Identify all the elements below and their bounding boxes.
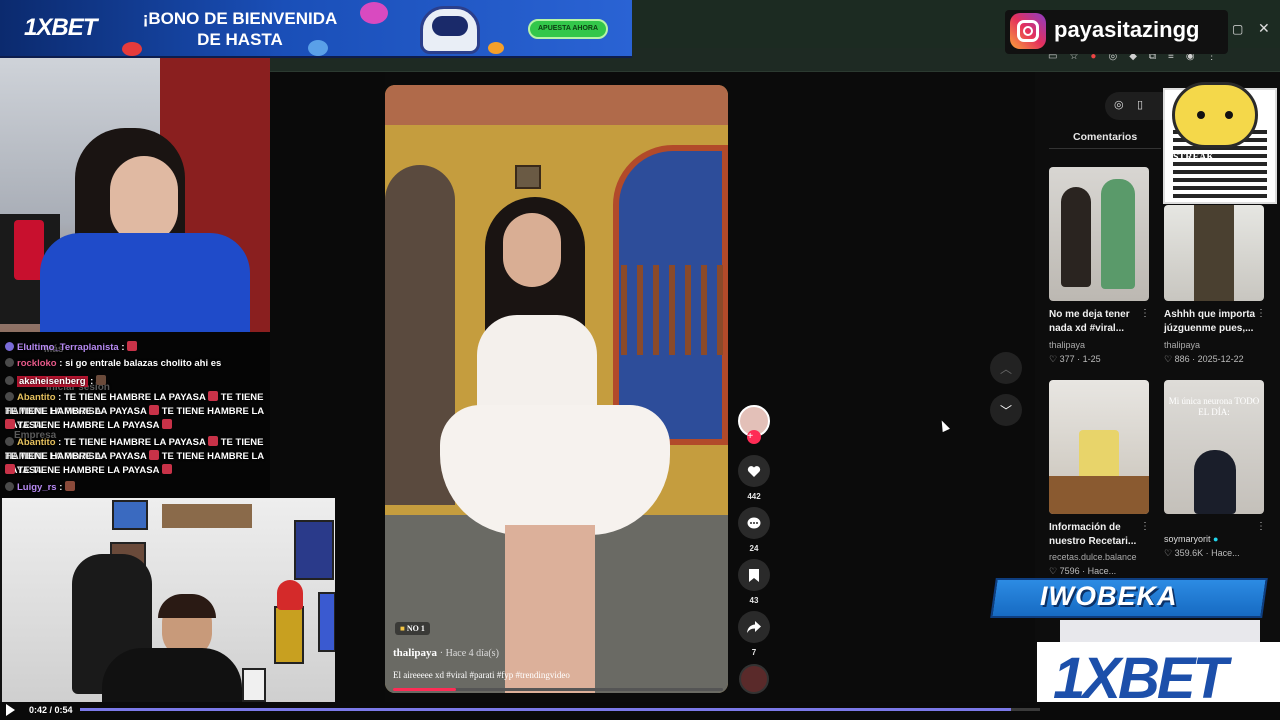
chat-message: Luigy_rs : — [5, 481, 267, 495]
share-arrow-icon — [747, 621, 761, 633]
next-video-button[interactable]: ﹀ — [990, 394, 1022, 426]
video-thumbnail[interactable] — [1164, 205, 1264, 301]
follow-plus-icon[interactable]: + — [747, 430, 761, 444]
video-stats: ♡ 359.6K · Hace... — [1164, 548, 1240, 558]
roof-edge — [385, 85, 728, 125]
video-title[interactable]: Ashhh que importa júzguenme pues,... — [1164, 308, 1256, 336]
video-thumbnail[interactable] — [1049, 380, 1149, 514]
tab-comments[interactable]: Comentarios — [1073, 131, 1137, 143]
person-legs — [505, 525, 595, 693]
streamer-face — [110, 156, 178, 244]
video-author[interactable]: thalipaya — [1049, 340, 1085, 350]
guest-shirt — [102, 648, 242, 702]
qr-caption: STREAK — [1173, 152, 1215, 163]
phone-icon[interactable]: ▯ — [1137, 98, 1143, 111]
comment-count: 24 — [749, 544, 759, 553]
wall-poster — [112, 500, 148, 530]
chevron-up-icon: ︿ — [999, 361, 1012, 376]
save-button[interactable] — [738, 559, 770, 591]
video-author[interactable]: thalipaya — [1164, 340, 1200, 350]
guest-webcam — [0, 498, 335, 702]
playback-time: 0:42 / 0:54 — [29, 705, 73, 715]
wall-poster — [318, 592, 335, 652]
planet-decoration — [360, 2, 388, 24]
santa-figure — [277, 580, 303, 610]
figure-shelf — [162, 504, 252, 528]
share-button[interactable] — [738, 611, 770, 643]
speaker — [242, 668, 266, 702]
wall-poster — [294, 520, 334, 580]
video-stats: ♡ 7596 · Hace... — [1049, 566, 1117, 576]
comment-button[interactable] — [738, 507, 770, 539]
play-icon[interactable] — [6, 704, 15, 716]
wall-plaque — [515, 165, 541, 189]
bookmark-icon — [749, 568, 759, 582]
chat-message: akaheisenberg : — [5, 375, 267, 389]
thumbnail-overlay-text: Mi única neurona TODO EL DÍA: — [1168, 396, 1260, 417]
playback-progress-fill — [80, 708, 1012, 711]
gear-decoration — [308, 40, 328, 56]
astronaut-visor — [432, 16, 468, 36]
kebab-menu-icon[interactable]: ⋮ — [1256, 308, 1266, 319]
previous-video-button[interactable]: ︿ — [990, 352, 1022, 384]
person-face — [503, 213, 561, 287]
kebab-menu-icon[interactable]: ⋮ — [1140, 308, 1150, 319]
save-count: 43 — [749, 596, 759, 605]
window-close-icon[interactable]: ✕ — [1258, 20, 1270, 37]
video-author[interactable]: thalipaya · Hace 4 día(s) — [393, 647, 499, 659]
bee-mascot — [1172, 82, 1258, 148]
dress-top — [477, 315, 597, 415]
chevron-down-icon: ﹀ — [999, 403, 1012, 418]
banner-brand-logo: 1XBET — [24, 14, 97, 41]
like-count: 442 — [747, 492, 761, 501]
instagram-icon — [1010, 13, 1046, 49]
kebab-menu-icon[interactable]: ⋮ — [1256, 521, 1266, 532]
guest-hair — [158, 594, 216, 618]
banner-cta-button[interactable]: APUESTA AHORA — [528, 19, 608, 39]
wall-poster — [274, 606, 304, 664]
streamer-shirt — [40, 233, 250, 332]
streamer-webcam — [0, 58, 270, 332]
stream-player-bar — [0, 702, 1280, 720]
mushroom-decoration — [122, 42, 142, 56]
comment-icon — [747, 517, 761, 528]
chat-message-continuation: TE TIENE HAMBRE LA PAYASA — [5, 419, 267, 433]
streamer-name-text: IWOBEKA — [1040, 581, 1178, 611]
video-author[interactable]: recetas.dulce.balance — [1049, 552, 1137, 562]
video-rank-badge: ■ NO 1 — [395, 622, 430, 635]
window-restore-icon[interactable]: ▢ — [1232, 22, 1243, 36]
video-title[interactable]: Información de nuestro Recetari... — [1049, 521, 1141, 549]
instagram-handle: payasitazingg — [1054, 17, 1200, 42]
chat-message: rockloko : si go entrale balazas cholito… — [5, 357, 267, 371]
video-author[interactable]: soymaryorit ● — [1164, 534, 1218, 544]
stream-chat: Más Iniciar sesión Empresa Elultimo_Terr… — [0, 335, 270, 497]
compass-icon[interactable]: ◎ — [1114, 98, 1124, 111]
rocket-flame — [488, 42, 504, 54]
video-thumbnail[interactable]: Mi única neurona TODO EL DÍA: — [1164, 380, 1264, 514]
video-progress-fill — [393, 688, 456, 691]
chat-message: Elultimo_Terraplanista : — [5, 341, 267, 355]
cartoon-strip — [1060, 620, 1260, 642]
like-button[interactable] — [738, 455, 770, 487]
tiktok-video[interactable]: ■ NO 1 thalipaya · Hace 4 día(s) El aire… — [385, 85, 728, 693]
tab-divider — [1049, 148, 1161, 149]
video-caption: El aireeeee xd #viral #parati #fyp #tren… — [393, 670, 570, 680]
chat-message-continuation: TE TIENE HAMBRE LA PAYASA — [5, 464, 267, 478]
video-title[interactable]: No me deja tener nada xd #viral... — [1049, 308, 1141, 336]
kebab-menu-icon[interactable]: ⋮ — [1140, 521, 1150, 532]
heart-icon — [747, 465, 761, 477]
video-thumbnail[interactable] — [1049, 167, 1149, 301]
video-stats: ♡ 886 · 2025-12-22 — [1164, 354, 1244, 364]
window-railing — [621, 265, 728, 355]
dress-skirt — [440, 405, 670, 535]
video-stats: ♡ 377 · 1-25 — [1049, 354, 1101, 364]
music-disc-icon[interactable] — [739, 664, 769, 694]
share-count: 7 — [751, 648, 757, 657]
